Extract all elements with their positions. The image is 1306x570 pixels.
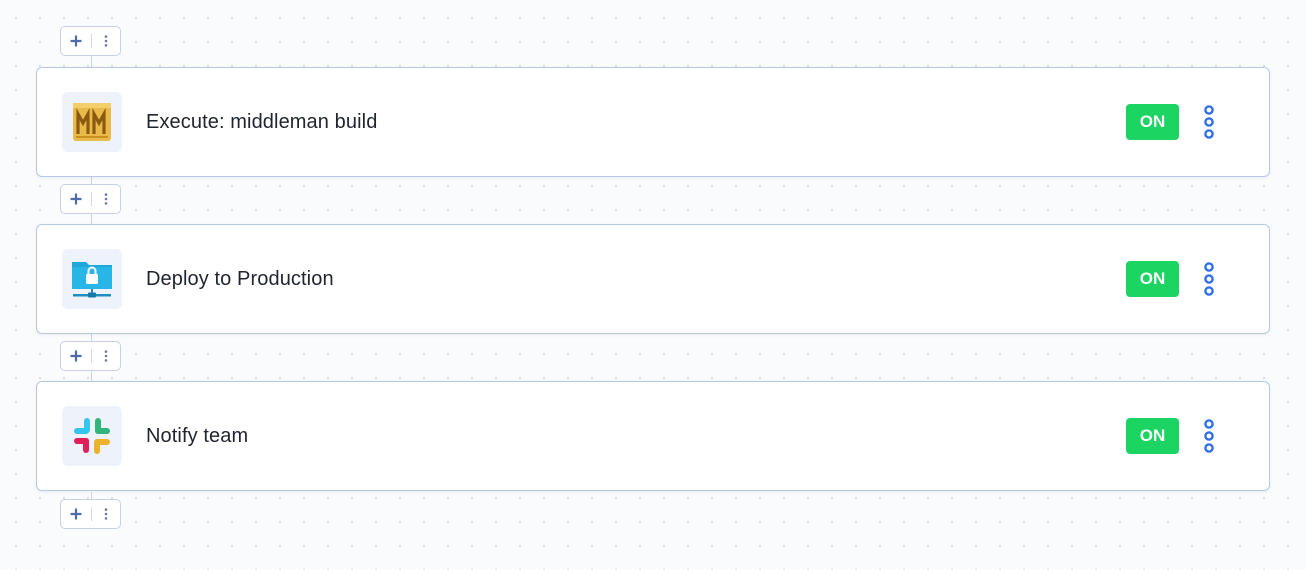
enabled-toggle[interactable]: ON xyxy=(1126,104,1179,140)
step-options-button[interactable] xyxy=(91,342,120,370)
add-step-button[interactable] xyxy=(61,342,91,370)
step-title: Deploy to Production xyxy=(146,267,334,290)
more-vertical-icon xyxy=(104,35,108,47)
add-step-button[interactable] xyxy=(61,500,91,528)
more-vertical-icon xyxy=(1204,262,1214,296)
step-title: Notify team xyxy=(146,424,249,447)
step-title: Execute: middleman build xyxy=(146,110,378,133)
card-menu-button[interactable] xyxy=(1197,259,1221,299)
plus-icon xyxy=(70,508,82,520)
secure-server-icon xyxy=(72,262,112,298)
step-options-button[interactable] xyxy=(91,500,120,528)
pipeline-step-card[interactable]: Notify team ON xyxy=(36,381,1270,491)
pipeline-step-card[interactable]: Deploy to Production ON xyxy=(36,224,1270,334)
card-menu-button[interactable] xyxy=(1197,416,1221,456)
connector-line xyxy=(91,213,92,224)
more-vertical-icon xyxy=(104,193,108,205)
connector-line xyxy=(91,492,92,499)
enabled-toggle[interactable]: ON xyxy=(1126,418,1179,454)
more-vertical-icon xyxy=(104,508,108,520)
plus-icon xyxy=(70,193,82,205)
plus-icon xyxy=(70,350,82,362)
step-icon-box xyxy=(62,406,122,466)
add-step-button[interactable] xyxy=(61,185,91,213)
step-options-button[interactable] xyxy=(91,185,120,213)
step-options-button[interactable] xyxy=(91,27,120,55)
plus-icon xyxy=(70,35,82,47)
connector-line xyxy=(91,55,92,67)
step-icon-box xyxy=(62,92,122,152)
card-menu-button[interactable] xyxy=(1197,102,1221,142)
add-step-control xyxy=(60,341,121,371)
enabled-toggle[interactable]: ON xyxy=(1126,261,1179,297)
pipeline-canvas: Execute: middleman build ON Deploy to Pr… xyxy=(0,0,1306,570)
step-icon-box xyxy=(62,249,122,309)
add-step-control xyxy=(60,26,121,56)
more-vertical-icon xyxy=(104,350,108,362)
middleman-icon xyxy=(73,103,111,141)
add-step-control xyxy=(60,184,121,214)
connector-line xyxy=(91,370,92,381)
slack-icon xyxy=(74,418,110,454)
more-vertical-icon xyxy=(1204,419,1214,453)
more-vertical-icon xyxy=(1204,105,1214,139)
add-step-button[interactable] xyxy=(61,27,91,55)
add-step-control xyxy=(60,499,121,529)
pipeline-step-card[interactable]: Execute: middleman build ON xyxy=(36,67,1270,177)
